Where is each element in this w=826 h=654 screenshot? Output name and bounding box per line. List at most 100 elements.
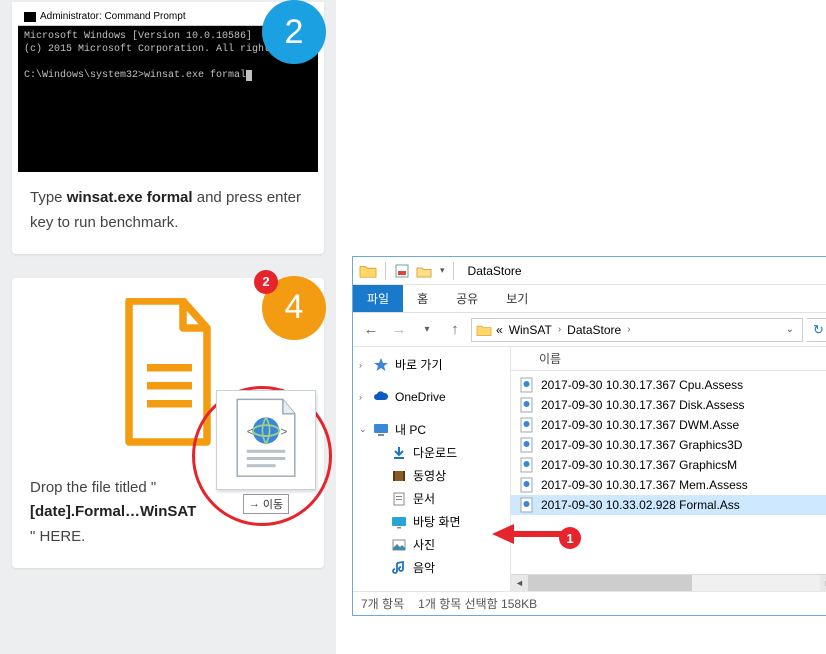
ribbon-tab-view-label: 보기 xyxy=(506,290,528,307)
nav-onedrive-label: OneDrive xyxy=(395,390,446,404)
breadcrumb-sep-icon[interactable]: › xyxy=(556,324,563,335)
nav-music-label: 음악 xyxy=(413,559,435,576)
xml-file-icon xyxy=(519,497,535,513)
arrow-right-icon: → xyxy=(249,498,260,510)
step-badge-4: 2 4 xyxy=(262,276,326,340)
breadcrumb-folder-icon xyxy=(476,323,492,337)
nav-desktop[interactable]: 바탕 화면 xyxy=(353,510,510,533)
cmd-cursor xyxy=(246,70,252,81)
annotation-badge-2: 2 xyxy=(254,270,278,294)
nav-downloads[interactable]: 다운로드 xyxy=(353,441,510,464)
status-bar: 7개 항목 1개 항목 선택함 158KB xyxy=(353,591,826,615)
file-list-header[interactable]: 이름 xyxy=(511,347,826,371)
explorer-window: ▾ DataStore 파일 홈 공유 보기 ← → ▾ ↑ « WinSAT … xyxy=(352,256,826,616)
music-icon xyxy=(391,560,407,576)
address-bar[interactable]: « WinSAT › DataStore › ⌄ xyxy=(471,318,803,342)
ribbon-tab-share-label: 공유 xyxy=(456,290,478,307)
file-name: 2017-09-30 10.30.17.367 Cpu.Assess xyxy=(541,378,743,392)
nav-documents-label: 문서 xyxy=(413,490,435,507)
cloud-icon xyxy=(373,389,389,405)
chevron-down-icon: ⌄ xyxy=(359,424,367,435)
nav-music[interactable]: 음악 xyxy=(353,556,510,579)
nav-videos[interactable]: 동영상 xyxy=(353,464,510,487)
file-row[interactable]: 2017-09-30 10.30.17.367 Graphics3D xyxy=(511,435,826,455)
nav-pictures[interactable]: 사진 xyxy=(353,533,510,556)
dragged-file-thumb: < > xyxy=(216,390,316,490)
cmd-prompt-line: C:\Windows\system32>winsat.exe formal xyxy=(24,70,246,81)
file-name: 2017-09-30 10.30.17.367 Disk.Assess xyxy=(541,398,744,412)
qat-properties-icon[interactable] xyxy=(394,263,410,279)
ribbon: 파일 홈 공유 보기 xyxy=(353,285,826,313)
download-icon xyxy=(391,445,407,461)
window-title: DataStore xyxy=(468,264,522,278)
address-bar-row: ← → ▾ ↑ « WinSAT › DataStore › ⌄ ↻ xyxy=(353,313,826,347)
file-row[interactable]: 2017-09-30 10.30.17.367 Cpu.Assess xyxy=(511,375,826,395)
breadcrumb-datastore[interactable]: DataStore xyxy=(565,323,623,337)
column-header-name[interactable]: 이름 xyxy=(539,350,561,367)
horizontal-scrollbar[interactable]: ◄ ► xyxy=(511,574,826,591)
titlebar-divider-2 xyxy=(453,262,454,280)
xml-file-icon xyxy=(519,437,535,453)
monitor-icon xyxy=(373,422,389,438)
refresh-button[interactable]: ↻ xyxy=(807,318,826,342)
instruction-column: 2 Administrator: Command Prompt Microsof… xyxy=(0,0,336,654)
dragged-file: < > → 이동 xyxy=(206,390,326,514)
nav-back-button[interactable]: ← xyxy=(359,318,383,342)
file-row[interactable]: 2017-09-30 10.30.17.367 GraphicsM xyxy=(511,455,826,475)
file-row-selected[interactable]: 2017-09-30 10.33.02.928 Formal.Ass xyxy=(511,495,826,515)
file-row[interactable]: 2017-09-30 10.30.17.367 Mem.Assess xyxy=(511,475,826,495)
breadcrumb-sep-icon-2[interactable]: › xyxy=(625,324,632,335)
file-row[interactable]: 2017-09-30 10.30.17.367 Disk.Assess xyxy=(511,395,826,415)
xml-file-icon xyxy=(519,417,535,433)
explorer-titlebar[interactable]: ▾ DataStore xyxy=(353,257,826,285)
address-dropdown-icon[interactable]: ⌄ xyxy=(782,324,798,335)
file-name: 2017-09-30 10.33.02.928 Formal.Ass xyxy=(541,498,740,512)
scroll-track[interactable] xyxy=(528,575,820,591)
xml-file-icon xyxy=(519,377,535,393)
nav-up-button[interactable]: ↑ xyxy=(443,318,467,342)
nav-this-pc-label: 내 PC xyxy=(395,421,426,438)
star-icon xyxy=(373,357,389,373)
step-2-text-pre: Type xyxy=(30,189,67,206)
xml-file-icon xyxy=(519,397,535,413)
cmd-title-text: Administrator: Command Prompt xyxy=(40,11,186,22)
ribbon-tab-home[interactable]: 홈 xyxy=(403,285,442,312)
drag-hint-label: 이동 xyxy=(263,496,283,512)
nav-documents[interactable]: 문서 xyxy=(353,487,510,510)
film-icon xyxy=(391,468,407,484)
ribbon-tab-file-label: 파일 xyxy=(367,290,389,307)
qat-dropdown-icon[interactable]: ▾ xyxy=(440,265,445,276)
status-item-count: 7개 항목 xyxy=(361,595,404,612)
file-name: 2017-09-30 10.30.17.367 Graphics3D xyxy=(541,438,742,452)
xml-file-icon xyxy=(519,457,535,473)
ribbon-tab-share[interactable]: 공유 xyxy=(442,285,492,312)
svg-text:>: > xyxy=(280,424,287,438)
scroll-left-button[interactable]: ◄ xyxy=(511,575,528,592)
nav-this-pc[interactable]: ⌄ 내 PC xyxy=(353,418,510,441)
file-name: 2017-09-30 10.30.17.367 Mem.Assess xyxy=(541,478,748,492)
breadcrumb-ellipsis[interactable]: « xyxy=(494,323,505,337)
step-badge-2-num: 2 xyxy=(285,13,304,52)
nav-forward-button[interactable]: → xyxy=(387,318,411,342)
file-list[interactable]: 2017-09-30 10.30.17.367 Cpu.Assess 2017-… xyxy=(511,371,826,574)
picture-icon xyxy=(391,537,407,553)
file-row[interactable]: 2017-09-30 10.30.17.367 DWM.Asse xyxy=(511,415,826,435)
nav-desktop-label: 바탕 화면 xyxy=(413,513,461,530)
step-4-text-post: " HERE. xyxy=(30,528,85,545)
scroll-thumb[interactable] xyxy=(528,575,692,591)
breadcrumb-winsat[interactable]: WinSAT xyxy=(507,323,554,337)
explorer-body: › 바로 가기 › OneDrive ⌄ 내 PC 다운로드 xyxy=(353,347,826,591)
qat-new-folder-icon[interactable] xyxy=(416,263,432,279)
step-card-2: 2 Administrator: Command Prompt Microsof… xyxy=(12,2,324,254)
ribbon-tab-view[interactable]: 보기 xyxy=(492,285,542,312)
nav-recent-button[interactable]: ▾ xyxy=(415,318,439,342)
nav-quick-access[interactable]: › 바로 가기 xyxy=(353,353,510,376)
xml-file-icon xyxy=(519,477,535,493)
scroll-right-button[interactable]: ► xyxy=(820,575,826,592)
step-2-text-cmd: winsat.exe formal xyxy=(67,189,193,206)
ribbon-tab-file[interactable]: 파일 xyxy=(353,285,403,312)
nav-pane: › 바로 가기 › OneDrive ⌄ 내 PC 다운로드 xyxy=(353,347,511,591)
step-4-text-filename: [date].Formal…WinSAT xyxy=(30,503,196,520)
nav-onedrive[interactable]: › OneDrive xyxy=(353,386,510,408)
chevron-right-icon: › xyxy=(359,392,362,402)
